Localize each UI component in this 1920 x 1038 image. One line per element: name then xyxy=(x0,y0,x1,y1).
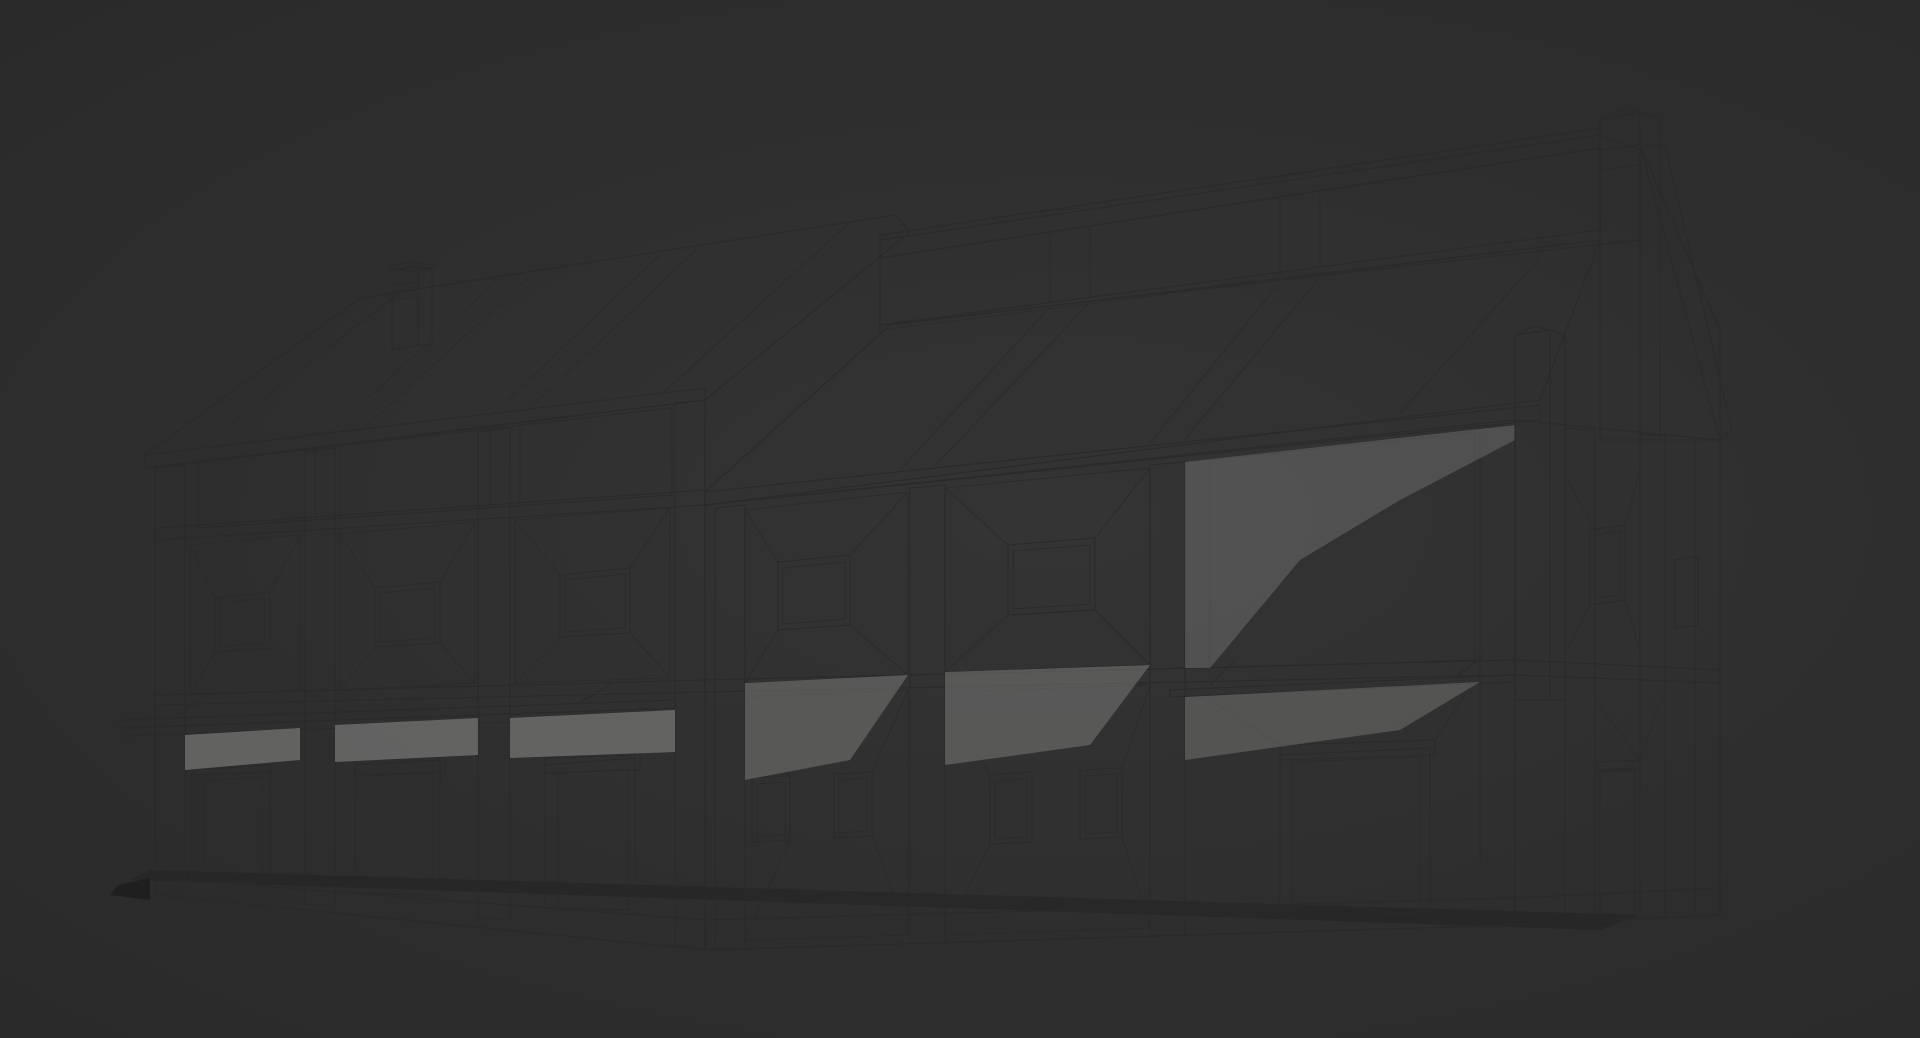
left-roof xyxy=(144,214,911,469)
ground-shadow xyxy=(110,870,1640,930)
side-wall xyxy=(1514,419,1721,926)
door xyxy=(191,757,273,886)
upper-panel xyxy=(744,491,909,684)
right-roof xyxy=(704,147,1601,701)
upper-panel xyxy=(944,467,1151,673)
upper-roof xyxy=(879,127,1641,326)
render-viewport xyxy=(0,0,1920,1038)
upper-panel xyxy=(339,521,476,691)
gable-end xyxy=(1599,107,1733,441)
left-house-front xyxy=(119,399,706,951)
building-render xyxy=(110,107,1733,951)
right-house-front xyxy=(704,419,1516,951)
upper-panel xyxy=(189,534,301,696)
door xyxy=(354,757,446,896)
upper-panel xyxy=(514,507,671,684)
